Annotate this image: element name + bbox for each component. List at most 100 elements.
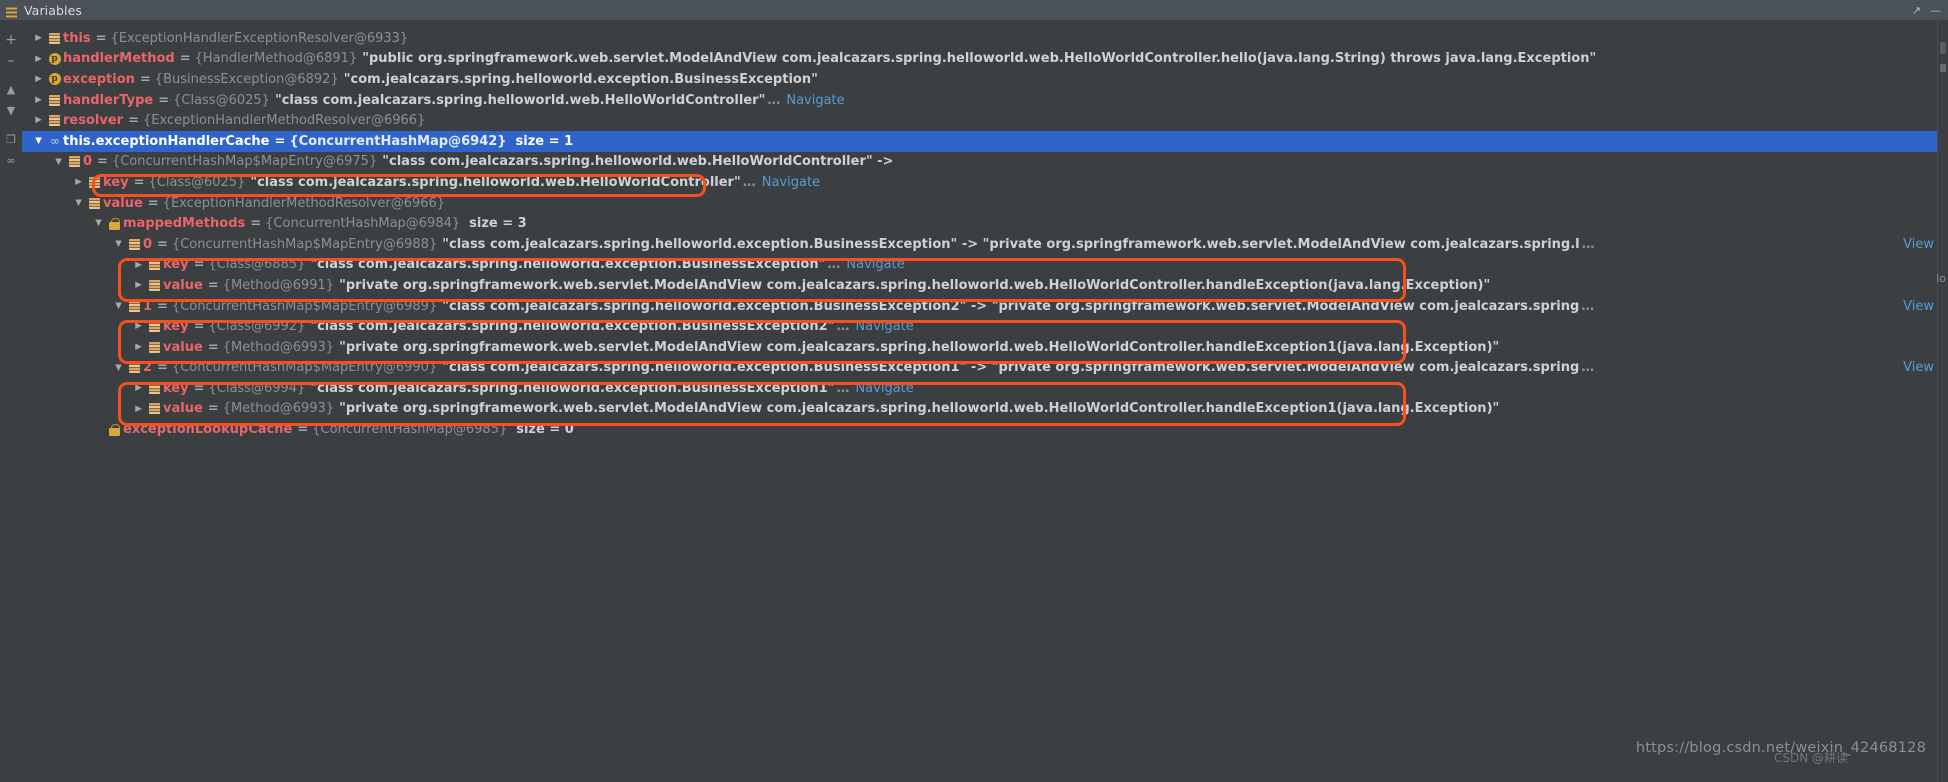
tree-row[interactable]: ▶ p exception = {BusinessException@6892} "com…	[22, 69, 1948, 90]
equals-sign: =	[128, 113, 139, 129]
tree-row[interactable]: ▶ resolver = {ExceptionHandlerMethodResolve…	[22, 110, 1948, 131]
titlebar-controls: ↗ —	[1912, 4, 1948, 17]
variable-name: value	[163, 401, 203, 417]
tree-row[interactable]: ▼ ∞ this.exceptionHandlerCache = {Concurrent…	[22, 130, 1948, 152]
expand-arrow-right-icon[interactable]: ▶	[31, 116, 46, 125]
tree-row[interactable]: ▶ key = {Class@6885} "class com.jealcazars.s…	[22, 255, 1948, 276]
variable-type: {ConcurrentHashMap$MapEntry@6990}	[171, 360, 438, 376]
navigate-link[interactable]: Navigate	[849, 319, 913, 334]
tree-row[interactable]: ▶ value = {Method@6993} "private org.springf…	[22, 337, 1948, 358]
variable-name: 0	[143, 236, 153, 252]
expand-arrow-right-icon[interactable]: ▶	[31, 75, 46, 84]
variable-value: "class com.jealcazars.spring.helloworld.…	[442, 298, 1580, 314]
expand-arrow-right-icon[interactable]: ▶	[131, 322, 146, 331]
variable-value: "class com.jealcazars.spring.helloworld.…	[310, 380, 835, 396]
tree-row[interactable]: exceptionLookupCache = {ConcurrentHashMap@…	[22, 419, 1948, 440]
expand-arrow-right-icon[interactable]: ▶	[71, 178, 86, 187]
variables-titlebar: Variables ↗ —	[0, 0, 1948, 20]
expand-arrow-down-icon[interactable]: ▼	[71, 199, 86, 208]
tree-row[interactable]: ▶ key = {Class@6025} "class com.jealcazars.s…	[22, 172, 1948, 193]
navigate-link[interactable]: Navigate	[840, 257, 904, 272]
equals-sign: =	[97, 154, 108, 170]
equals-sign: =	[157, 298, 168, 314]
tree-row[interactable]: ▶ value = {Method@6991} "private org.springf…	[22, 275, 1948, 296]
value-truncation-ellipsis: …	[827, 257, 841, 273]
expand-arrow-down-icon[interactable]: ▼	[111, 364, 126, 373]
expand-arrow-right-icon[interactable]: ▶	[131, 384, 146, 393]
minimize-icon[interactable]: —	[1930, 4, 1941, 17]
navigate-link[interactable]: Navigate	[849, 381, 913, 396]
variable-name: key	[163, 319, 189, 335]
expand-arrow-down-icon[interactable]: ▼	[111, 302, 126, 311]
variable-name: 0	[83, 154, 93, 170]
field-icon	[146, 403, 163, 415]
navigate-link[interactable]: Navigate	[756, 175, 820, 190]
tree-row[interactable]: ▼ 2 = {ConcurrentHashMap$MapEntry@6990} "cla…	[22, 358, 1948, 379]
expand-arrow-right-icon[interactable]: ▶	[31, 55, 46, 64]
inline-watch-button[interactable]: ∞	[1, 150, 21, 171]
tree-row[interactable]: ▶ value = {Method@6993} "private org.springf…	[22, 399, 1948, 420]
panel-title: Variables	[24, 2, 83, 18]
equals-sign: =	[147, 195, 159, 211]
value-truncation-ellipsis: …	[836, 319, 850, 335]
add-watch-button[interactable]: +	[1, 29, 21, 50]
scroll-marker-top[interactable]	[1940, 42, 1946, 54]
expand-arrow-down-icon[interactable]: ▼	[91, 219, 106, 228]
parameter-icon: p	[46, 73, 63, 86]
tree-row[interactable]: ▶ p handlerMethod = {HandlerMethod@6891} "pub…	[22, 49, 1948, 70]
move-down-button[interactable]: ▼	[1, 100, 21, 121]
collection-size: size = 3	[469, 216, 527, 232]
settings-icon[interactable]: ↗	[1912, 4, 1921, 17]
move-up-button[interactable]: ▲	[1, 79, 21, 100]
variable-name: this	[63, 30, 91, 46]
expand-arrow-right-icon[interactable]: ▶	[131, 405, 146, 414]
expand-arrow-down-icon[interactable]: ▼	[31, 137, 46, 146]
scroll-marker-dots[interactable]	[1940, 64, 1946, 72]
tree-row[interactable]: ▶ key = {Class@6994} "class com.jealcazars.s…	[22, 378, 1948, 399]
copy-value-button[interactable]: ❐	[1, 129, 21, 150]
variable-type: {ConcurrentHashMap@6984}	[265, 216, 461, 232]
tree-row[interactable]: ▼ value = {ExceptionHandlerMethodResolver@6…	[22, 193, 1948, 214]
view-link[interactable]: View	[1903, 299, 1934, 314]
side-text-fragment: lo	[1936, 272, 1946, 285]
variables-icon	[5, 4, 18, 17]
variables-tree[interactable]: ▶ this = {ExceptionHandlerExceptionResolver…	[22, 20, 1948, 782]
expand-arrow-right-icon[interactable]: ▶	[131, 343, 146, 352]
expand-arrow-right-icon[interactable]: ▶	[131, 281, 146, 290]
variable-name: key	[103, 174, 129, 190]
navigate-link[interactable]: Navigate	[780, 93, 844, 108]
value-truncation-ellipsis: …	[767, 92, 781, 108]
variable-value: "private org.springframework.web.servlet…	[339, 401, 1500, 417]
expand-arrow-right-icon[interactable]: ▶	[131, 261, 146, 270]
equals-sign: =	[207, 277, 219, 293]
view-link[interactable]: View	[1903, 360, 1934, 375]
view-link[interactable]: View	[1903, 237, 1934, 252]
lock-icon	[106, 423, 123, 436]
expand-arrow-right-icon[interactable]: ▶	[31, 34, 46, 43]
field-icon	[126, 238, 143, 250]
variable-name: resolver	[63, 113, 124, 129]
equals-sign: =	[207, 339, 219, 355]
variable-type: {Method@6993}	[222, 339, 335, 355]
equals-sign: =	[274, 133, 286, 149]
expand-arrow-down-icon[interactable]: ▼	[51, 158, 66, 167]
equals-sign: =	[179, 51, 191, 67]
variable-type: {ExceptionHandlerExceptionResolver@6933}	[110, 30, 409, 46]
variable-value: "com.jealcazars.spring.helloworld.except…	[343, 71, 818, 87]
equals-sign: =	[95, 30, 107, 46]
tree-row[interactable]: ▶ key = {Class@6992} "class com.jealcazars.s…	[22, 316, 1948, 337]
tree-row[interactable]: ▼ mappedMethods = {ConcurrentHashMap@6984} s…	[22, 213, 1948, 234]
variable-type: {ConcurrentHashMap$MapEntry@6988}	[171, 236, 438, 252]
tree-row[interactable]: ▶ this = {ExceptionHandlerExceptionResolver…	[22, 28, 1948, 49]
variable-type: {Class@6025}	[173, 92, 270, 108]
tree-row[interactable]: ▼ 1 = {ConcurrentHashMap$MapEntry@6989} "cla…	[22, 296, 1948, 317]
tree-row[interactable]: ▼ 0 = {ConcurrentHashMap$MapEntry@6975} "cla…	[22, 152, 1948, 173]
variable-type: {Class@6885}	[208, 257, 306, 273]
expand-arrow-down-icon[interactable]: ▼	[111, 240, 126, 249]
expand-arrow-right-icon[interactable]: ▶	[31, 96, 46, 105]
remove-watch-button[interactable]: –	[1, 50, 21, 71]
tree-row[interactable]: ▼ 0 = {ConcurrentHashMap$MapEntry@6988} "cla…	[22, 234, 1948, 255]
tree-row[interactable]: ▶ handlerType = {Class@6025} "class com.jeal…	[22, 90, 1948, 111]
field-icon	[146, 382, 163, 394]
gutter-toolbar: + – ▲ ▼ ❐ ∞	[0, 20, 22, 782]
